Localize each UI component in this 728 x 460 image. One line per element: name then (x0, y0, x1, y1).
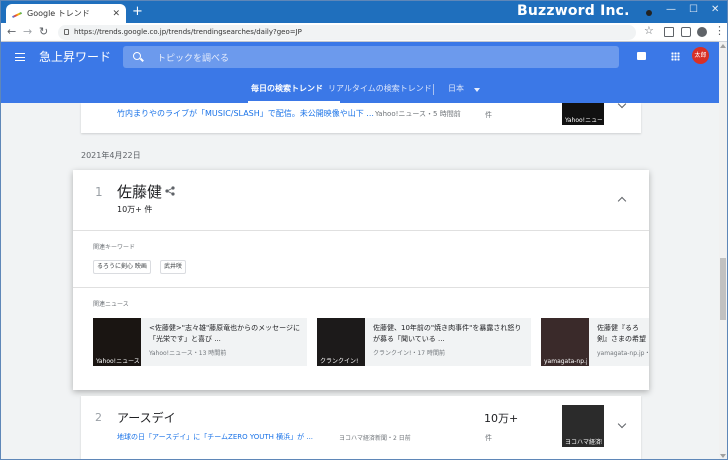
trend-item-thumbnail[interactable]: ヨコハマ経済新聞 (562, 405, 604, 447)
back-icon[interactable]: ← (7, 25, 16, 38)
scroll-up-icon[interactable] (720, 44, 726, 48)
profile-dot-icon (646, 10, 652, 16)
profile-icon[interactable] (697, 27, 707, 37)
divider (73, 230, 649, 231)
trend-item-count-unit: 件 (485, 111, 492, 119)
news-card[interactable]: yamagata-np.jp 佐藤健『るろ剣』さまの希望の光 yamagata-… (541, 318, 649, 366)
menu-dots-icon[interactable]: ⋮ (714, 24, 725, 37)
watermark-text: Buzzword Inc. (517, 3, 630, 19)
browser-tab[interactable]: Google トレンド ✕ (6, 4, 126, 23)
trend-item-source: ヨコハマ経済新聞・2 日前 (339, 435, 411, 442)
thumbnail-caption: yamagata-np.jp (544, 358, 587, 365)
news-card[interactable]: クランクイン! 佐藤健、10年前の"焼き肉事件"を暴露され怒りが募る「聞いている… (317, 318, 531, 366)
lock-icon (64, 29, 69, 35)
maximize-icon[interactable]: ☐ (689, 4, 698, 15)
news-card[interactable]: Yahoo!ニュース <佐藤健>"志々雄"藤原竜也からのメッセージに「光栄です」… (93, 318, 307, 366)
google-trends-favicon-icon (12, 10, 22, 18)
extension-icon[interactable] (664, 27, 674, 37)
scroll-down-icon[interactable] (720, 454, 726, 458)
trend-rank: 1 (95, 185, 103, 199)
avatar[interactable]: 太郎 (692, 47, 709, 64)
trend-count: 10万+ 件 (117, 205, 153, 214)
related-news-label: 関連ニュース (93, 301, 129, 308)
trend-item-source: Yahoo!ニュース・5 時間前 (375, 110, 461, 118)
scrollbar-thumb[interactable] (720, 258, 726, 320)
apps-grid-icon[interactable] (671, 52, 680, 61)
scrollbar[interactable] (719, 42, 727, 459)
hamburger-menu-icon[interactable] (15, 53, 25, 61)
chevron-up-icon[interactable] (617, 196, 627, 206)
thumbnail-caption: Yahoo!ニュース (565, 117, 602, 124)
url-text: https://trends.google.co.jp/trends/trend… (74, 28, 302, 36)
tab-title: Google トレンド (27, 9, 90, 18)
divider (73, 287, 649, 288)
tab-daily-trends[interactable]: 毎日の検索トレンド (251, 83, 323, 94)
trend-item-headline[interactable]: 竹内まりやのライブが「MUSIC/SLASH」で配信。未公開映像や山下 ... (117, 108, 374, 119)
date-label: 2021年4月22日 (81, 151, 141, 160)
trend-item[interactable]: 竹内まりやのライブが「MUSIC/SLASH」で配信。未公開映像や山下 ... … (81, 103, 641, 133)
thumbnail-caption: Yahoo!ニュース (96, 358, 139, 365)
chevron-down-icon[interactable] (617, 103, 627, 109)
minimize-icon[interactable]: — (666, 4, 676, 15)
address-bar-row: ← → ↻ https://trends.google.co.jp/trends… (1, 23, 727, 42)
close-window-icon[interactable]: ✕ (711, 4, 719, 15)
news-source: Yahoo!ニュース・13 時間前 (149, 350, 227, 357)
trends-nav: 毎日の検索トレンド リアルタイムの検索トレンド 日本 (1, 78, 719, 103)
news-headline[interactable]: 佐藤健、10年前の"焼き肉事件"を暴露され怒りが募る「聞いている ... (373, 323, 527, 345)
news-thumbnail: クランクイン! (317, 318, 365, 366)
tab-strip: Google トレンド ✕ + Buzzword Inc. — ☐ ✕ (1, 1, 727, 23)
search-box[interactable]: トピックを調べる (123, 46, 619, 68)
trend-title[interactable]: アースデイ (117, 409, 176, 426)
news-headline[interactable]: 佐藤健『るろ剣』さまの希望の光 (597, 323, 649, 345)
news-source: クランクイン!・17 時間前 (373, 350, 445, 357)
news-headline[interactable]: <佐藤健>"志々雄"藤原竜也からのメッセージに「光栄です」と喜び ... (149, 323, 303, 345)
trend-count: 10万+ (484, 412, 519, 425)
news-thumbnail: Yahoo!ニュース (93, 318, 141, 366)
extension-icon[interactable] (681, 27, 691, 37)
related-keywords-label: 関連キーワード (93, 244, 136, 251)
region-selector[interactable]: 日本 (448, 83, 464, 94)
search-placeholder: トピックを調べる (157, 54, 230, 64)
new-tab-button[interactable]: + (132, 5, 143, 19)
trend-rank: 2 (95, 411, 102, 424)
feedback-icon[interactable] (637, 52, 646, 60)
keyword-chip[interactable]: るろうに剣心 映画 (93, 260, 151, 274)
news-thumbnail: yamagata-np.jp (541, 318, 589, 366)
nav-divider (433, 84, 434, 95)
news-source: yamagata-np.jp・ (597, 350, 649, 357)
url-field[interactable]: https://trends.google.co.jp/trends/trend… (58, 25, 636, 40)
keyword-chip[interactable]: 武井咲 (160, 260, 187, 274)
thumbnail-caption: クランクイン! (320, 358, 359, 365)
reload-icon[interactable]: ↻ (39, 25, 48, 38)
bookmark-star-icon[interactable]: ☆ (644, 24, 654, 37)
trends-header: 急上昇ワード トピックを調べる 太郎 毎日の検索トレンド リアルタイムの検索トレ… (1, 42, 719, 103)
trend-item-expanded: 1 佐藤健 10万+ 件 関連キーワード るろうに剣心 映画 武井咲 関連ニュー… (73, 170, 649, 390)
trend-title[interactable]: 佐藤健 (117, 181, 162, 202)
trend-item-thumbnail[interactable]: Yahoo!ニュース (562, 103, 604, 125)
trend-count-unit: 件 (485, 434, 492, 442)
forward-icon[interactable]: → (23, 25, 32, 38)
chevron-down-icon[interactable] (617, 419, 627, 429)
trend-item-headline[interactable]: 地球の日「アースデイ」に「チームZERO YOUTH 横浜」が ... (117, 432, 313, 442)
trend-item[interactable]: 2 アースデイ 地球の日「アースデイ」に「チームZERO YOUTH 横浜」が … (81, 396, 641, 459)
trends-content: 竹内まりやのライブが「MUSIC/SLASH」で配信。未公開映像や山下 ... … (1, 103, 719, 459)
share-icon[interactable] (165, 186, 175, 196)
tab-realtime-trends[interactable]: リアルタイムの検索トレンド (328, 83, 432, 94)
thumbnail-caption: ヨコハマ経済新聞 (565, 439, 602, 446)
close-tab-icon[interactable]: ✕ (112, 9, 120, 19)
app-title: 急上昇ワード (39, 50, 112, 64)
browser-window: Google トレンド ✕ + Buzzword Inc. — ☐ ✕ ← → … (0, 0, 728, 460)
chevron-down-icon[interactable] (474, 88, 480, 92)
search-icon (133, 52, 141, 60)
